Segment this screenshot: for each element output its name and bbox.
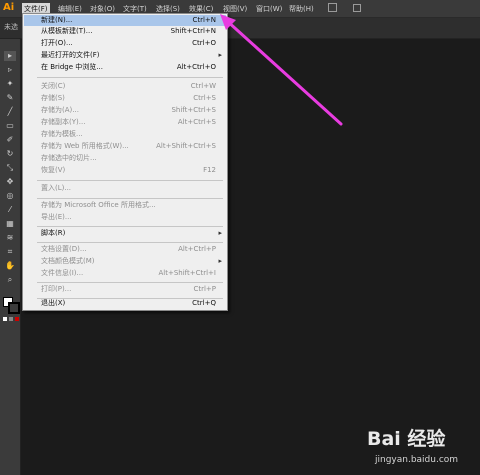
- color-mode-icon[interactable]: [3, 317, 7, 321]
- menu-window[interactable]: 窗口(W): [254, 3, 284, 15]
- menu-item-save-for-office[interactable]: 存储为 Microsoft Office 所用格式...: [24, 200, 226, 211]
- menu-help[interactable]: 帮助(H): [287, 3, 316, 15]
- magic-wand-tool-icon[interactable]: ✦: [4, 79, 16, 89]
- slice-tool-icon[interactable]: ⌗: [4, 247, 16, 257]
- menu-separator: [37, 226, 223, 227]
- bridge-icon[interactable]: [328, 3, 337, 12]
- menu-item-close[interactable]: 关闭(C) Ctrl+W: [24, 81, 226, 92]
- menu-separator: [37, 180, 223, 181]
- menu-item-file-info[interactable]: 文件信息(I)... Alt+Shift+Ctrl+I: [24, 268, 226, 279]
- hand-tool-icon[interactable]: ✋: [4, 261, 16, 271]
- direct-selection-tool-icon[interactable]: ▹: [4, 65, 16, 75]
- selection-tool-icon[interactable]: ▸: [4, 51, 16, 61]
- gradient-tool-icon[interactable]: ≋: [4, 233, 16, 243]
- pencil-tool-icon[interactable]: ✐: [4, 135, 16, 145]
- menu-item-document-color-mode[interactable]: 文档颜色模式(M) ▸: [24, 256, 226, 267]
- menu-item-export[interactable]: 导出(E)...: [24, 212, 226, 223]
- menu-item-browse-in-bridge[interactable]: 在 Bridge 中浏览... Alt+Ctrl+O: [24, 62, 226, 73]
- menu-item-scripts[interactable]: 脚本(R) ▸: [24, 228, 226, 239]
- stroke-swatch[interactable]: [8, 302, 20, 314]
- menu-separator: [37, 77, 223, 78]
- eyedropper-tool-icon[interactable]: ⁄: [4, 205, 16, 215]
- menu-item-new-from-template[interactable]: 从模板新建(T)... Shift+Ctrl+N: [24, 26, 226, 37]
- rectangle-tool-icon[interactable]: ▭: [4, 121, 16, 131]
- graph-tool-icon[interactable]: ▦: [4, 219, 16, 229]
- menu-item-save[interactable]: 存储(S) Ctrl+S: [24, 93, 226, 104]
- menu-item-save-as-template[interactable]: 存储为模板...: [24, 129, 226, 140]
- app-logo: Ai: [3, 2, 15, 13]
- menu-item-save-for-web[interactable]: 存储为 Web 所用格式(W)... Alt+Shift+Ctrl+S: [24, 141, 226, 152]
- menu-item-new[interactable]: 新建(N)... Ctrl+N: [24, 15, 226, 26]
- menu-item-save-copy[interactable]: 存储副本(Y)... Alt+Ctrl+S: [24, 117, 226, 128]
- baidu-jingyan-watermark: Bai 经验 jingyan.baidu.com: [353, 420, 477, 472]
- arrange-documents-icon[interactable]: [353, 4, 361, 12]
- free-transform-tool-icon[interactable]: ✥: [4, 177, 16, 187]
- menu-item-save-as[interactable]: 存储为(A)... Shift+Ctrl+S: [24, 105, 226, 116]
- menu-separator: [37, 242, 223, 243]
- menu-separator: [37, 282, 223, 283]
- menu-item-document-setup[interactable]: 文档设置(D)... Alt+Ctrl+P: [24, 244, 226, 255]
- selection-status: 未选: [4, 23, 18, 31]
- submenu-arrow-icon: ▸: [218, 51, 222, 59]
- menu-separator: [37, 198, 223, 199]
- watermark-url: jingyan.baidu.com: [375, 455, 459, 465]
- menu-item-print[interactable]: 打印(P)... Ctrl+P: [24, 284, 226, 295]
- line-tool-icon[interactable]: ╱: [4, 107, 16, 117]
- pen-tool-icon[interactable]: ✎: [4, 93, 16, 103]
- menu-item-revert[interactable]: 恢复(V) F12: [24, 165, 226, 176]
- menu-item-open[interactable]: 打开(O)... Ctrl+O: [24, 38, 226, 49]
- rotate-tool-icon[interactable]: ↻: [4, 149, 16, 159]
- menu-item-place[interactable]: 置入(L)...: [24, 183, 226, 194]
- none-mode-icon[interactable]: [15, 317, 19, 321]
- menu-item-save-selected-slices[interactable]: 存储选中的切片...: [24, 153, 226, 164]
- watermark-logo: Bai 经验: [367, 428, 446, 450]
- menu-item-open-recent[interactable]: 最近打开的文件(F) ▸: [24, 50, 226, 61]
- file-menu-dropdown: 新建(N)... Ctrl+N 从模板新建(T)... Shift+Ctrl+N 打…: [22, 13, 228, 311]
- gradient-mode-icon[interactable]: [9, 317, 13, 321]
- submenu-arrow-icon: ▸: [218, 229, 222, 237]
- menu-item-exit[interactable]: 退出(X) Ctrl+Q: [24, 298, 226, 309]
- submenu-arrow-icon: ▸: [218, 257, 222, 265]
- symbol-sprayer-tool-icon[interactable]: ◎: [4, 191, 16, 201]
- scale-tool-icon[interactable]: ⤡: [4, 163, 16, 173]
- zoom-tool-icon[interactable]: ⌕: [4, 275, 16, 285]
- tools-panel: ▸ ▹ ✦ ✎ ╱ ▭ ✐ ↻ ⤡ ✥ ◎ ⁄ ▦ ≋ ⌗ ✋ ⌕: [0, 39, 21, 475]
